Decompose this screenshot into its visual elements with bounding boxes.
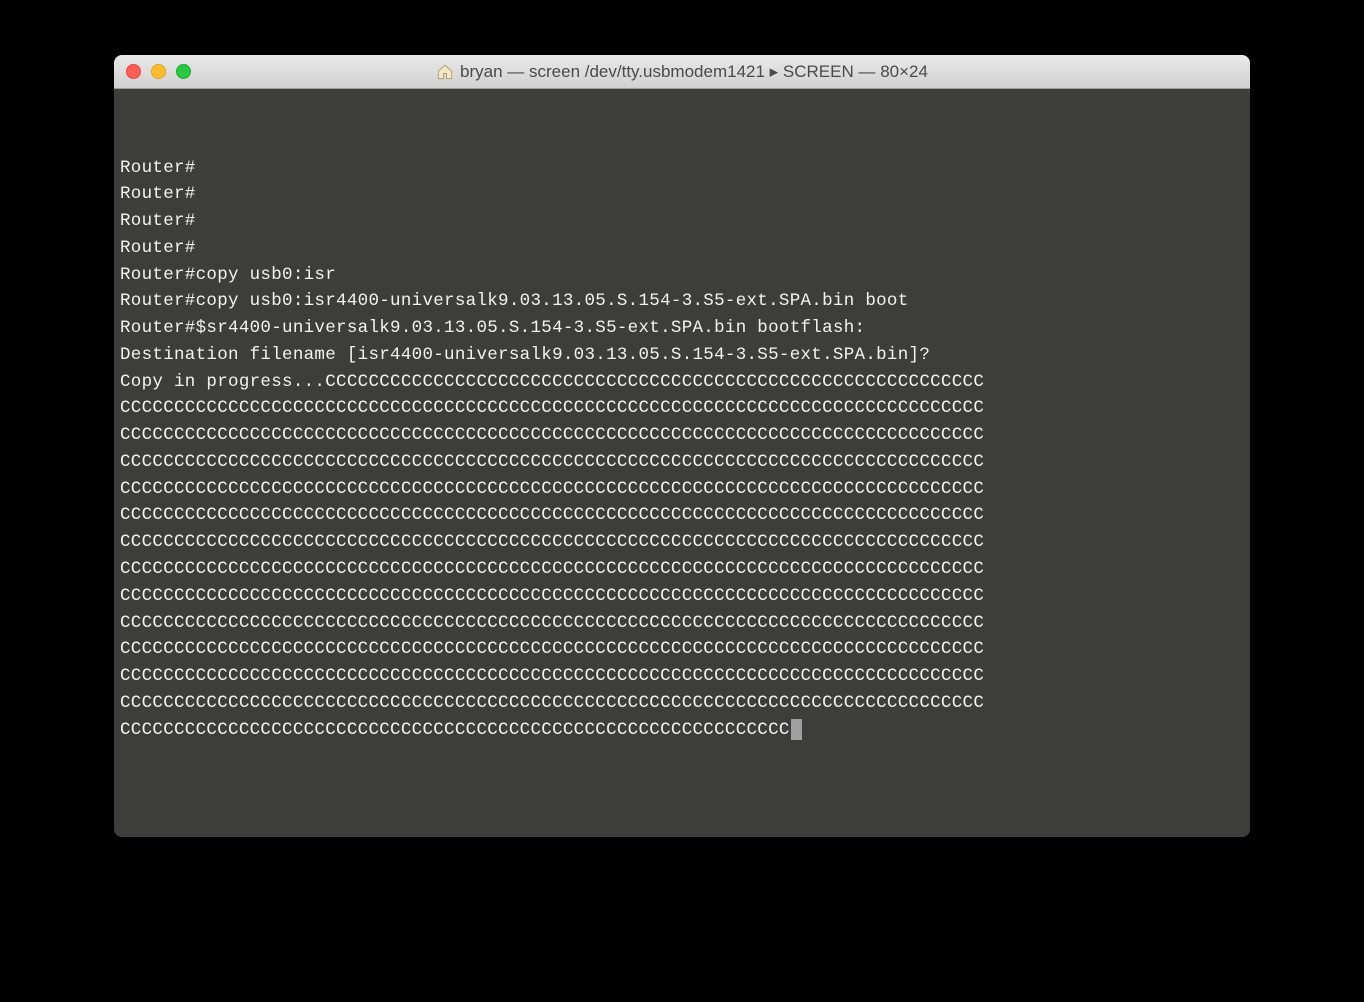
terminal-line: Destination filename [isr4400-universalk… — [120, 342, 1244, 369]
terminal-body[interactable]: Router#Router#Router#Router#Router#copy … — [114, 89, 1250, 837]
traffic-lights — [126, 64, 191, 79]
terminal-line: CCCCCCCCCCCCCCCCCCCCCCCCCCCCCCCCCCCCCCCC… — [120, 610, 1244, 637]
maximize-button[interactable] — [176, 64, 191, 79]
close-button[interactable] — [126, 64, 141, 79]
terminal-line: CCCCCCCCCCCCCCCCCCCCCCCCCCCCCCCCCCCCCCCC… — [120, 395, 1244, 422]
terminal-line: Copy in progress...CCCCCCCCCCCCCCCCCCCCC… — [120, 369, 1244, 396]
terminal-line: CCCCCCCCCCCCCCCCCCCCCCCCCCCCCCCCCCCCCCCC… — [120, 663, 1244, 690]
terminal-window: bryan — screen /dev/tty.usbmodem1421 ▸ S… — [114, 55, 1250, 837]
terminal-line: Router#$sr4400-universalk9.03.13.05.S.15… — [120, 315, 1244, 342]
titlebar[interactable]: bryan — screen /dev/tty.usbmodem1421 ▸ S… — [114, 55, 1250, 89]
terminal-line: CCCCCCCCCCCCCCCCCCCCCCCCCCCCCCCCCCCCCCCC… — [120, 556, 1244, 583]
terminal-line: Router# — [120, 181, 1244, 208]
terminal-line: CCCCCCCCCCCCCCCCCCCCCCCCCCCCCCCCCCCCCCCC… — [120, 449, 1244, 476]
terminal-line: CCCCCCCCCCCCCCCCCCCCCCCCCCCCCCCCCCCCCCCC… — [120, 529, 1244, 556]
terminal-line: CCCCCCCCCCCCCCCCCCCCCCCCCCCCCCCCCCCCCCCC… — [120, 690, 1244, 717]
terminal-line: CCCCCCCCCCCCCCCCCCCCCCCCCCCCCCCCCCCCCCCC… — [120, 476, 1244, 503]
terminal-line: Router#copy usb0:isr4400-universalk9.03.… — [120, 288, 1244, 315]
home-icon — [436, 63, 454, 81]
terminal-line: Router# — [120, 208, 1244, 235]
terminal-line: Router#copy usb0:isr — [120, 262, 1244, 289]
terminal-line: CCCCCCCCCCCCCCCCCCCCCCCCCCCCCCCCCCCCCCCC… — [120, 502, 1244, 529]
terminal-line: CCCCCCCCCCCCCCCCCCCCCCCCCCCCCCCCCCCCCCCC… — [120, 717, 1244, 744]
window-title-wrap: bryan — screen /dev/tty.usbmodem1421 ▸ S… — [436, 62, 928, 82]
terminal-line: Router# — [120, 155, 1244, 182]
terminal-line: CCCCCCCCCCCCCCCCCCCCCCCCCCCCCCCCCCCCCCCC… — [120, 422, 1244, 449]
terminal-line: CCCCCCCCCCCCCCCCCCCCCCCCCCCCCCCCCCCCCCCC… — [120, 583, 1244, 610]
terminal-line: Router# — [120, 235, 1244, 262]
minimize-button[interactable] — [151, 64, 166, 79]
cursor — [791, 719, 802, 740]
window-title: bryan — screen /dev/tty.usbmodem1421 ▸ S… — [460, 62, 928, 82]
terminal-line: CCCCCCCCCCCCCCCCCCCCCCCCCCCCCCCCCCCCCCCC… — [120, 636, 1244, 663]
